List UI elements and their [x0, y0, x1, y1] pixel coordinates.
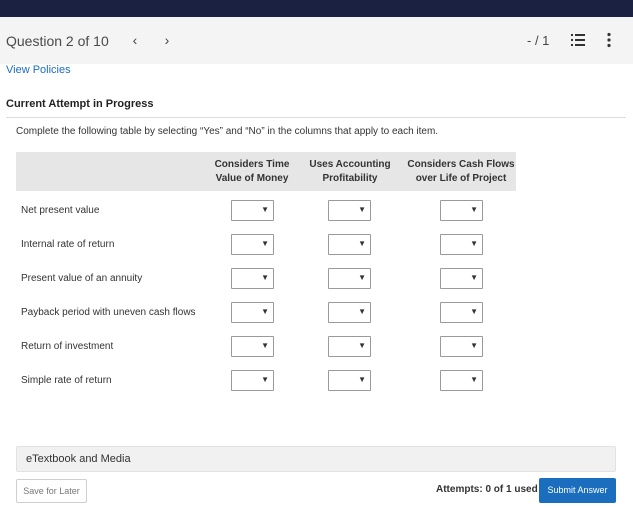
cash-flows-select[interactable]: ▼ [440, 302, 483, 323]
time-value-select[interactable]: ▼ [231, 370, 274, 391]
accounting-profit-select[interactable]: ▼ [328, 234, 371, 255]
table-row: Payback period with uneven cash flows ▼ … [16, 295, 516, 329]
cash-flows-select[interactable]: ▼ [440, 268, 483, 289]
cash-flows-select[interactable]: ▼ [440, 234, 483, 255]
chevron-down-icon: ▼ [358, 239, 366, 248]
table-row: Present value of an annuity ▼ ▼ ▼ [16, 261, 516, 295]
chevron-down-icon: ▼ [261, 239, 269, 248]
chevron-down-icon: ▼ [470, 307, 478, 316]
time-value-select[interactable]: ▼ [231, 234, 274, 255]
chevron-down-icon: ▼ [470, 239, 478, 248]
attempts-counter: Attempts: 0 of 1 used [436, 484, 538, 495]
chevron-down-icon: ▼ [470, 273, 478, 282]
submit-answer-button[interactable]: Submit Answer [539, 478, 616, 503]
etextbook-media-panel[interactable]: eTextbook and Media [16, 446, 616, 472]
question-instructions: Complete the following table by selectin… [16, 126, 439, 137]
table-header: Considers Time Value of Money Uses Accou… [16, 152, 516, 191]
chevron-down-icon: ▼ [261, 205, 269, 214]
chevron-down-icon: ▼ [261, 273, 269, 282]
time-value-select[interactable]: ▼ [231, 268, 274, 289]
accounting-profit-select[interactable]: ▼ [328, 268, 371, 289]
time-value-select[interactable]: ▼ [231, 302, 274, 323]
column-header: Considers Time Value of Money [214, 159, 290, 184]
row-label: Return of investment [21, 341, 114, 352]
view-policies-link[interactable]: View Policies [6, 64, 71, 76]
column-header: Considers Cash Flows over Life of Projec… [407, 159, 515, 184]
score-display: - / 1 [527, 33, 550, 48]
chevron-down-icon: ▼ [470, 341, 478, 350]
cash-flows-select[interactable]: ▼ [440, 336, 483, 357]
question-counter: Question 2 of 10 [6, 33, 109, 49]
row-label: Net present value [21, 205, 100, 216]
chevron-down-icon: ▼ [261, 375, 269, 384]
chevron-down-icon: ▼ [470, 205, 478, 214]
accounting-profit-select[interactable]: ▼ [328, 302, 371, 323]
row-label: Payback period with uneven cash flows [21, 307, 196, 318]
chevron-down-icon: ▼ [358, 341, 366, 350]
row-label: Internal rate of return [21, 239, 115, 250]
accounting-profit-select[interactable]: ▼ [328, 336, 371, 357]
table-row: Net present value ▼ ▼ ▼ [16, 193, 516, 227]
row-label: Simple rate of return [21, 375, 112, 386]
chevron-right-icon[interactable]: › [158, 31, 176, 49]
chevron-down-icon: ▼ [261, 341, 269, 350]
more-vertical-icon[interactable] [604, 32, 614, 48]
cash-flows-select[interactable]: ▼ [440, 370, 483, 391]
chevron-down-icon: ▼ [358, 375, 366, 384]
accounting-profit-select[interactable]: ▼ [328, 200, 371, 221]
table-row: Return of investment ▼ ▼ ▼ [16, 329, 516, 363]
top-bar [0, 0, 633, 17]
table-row: Internal rate of return ▼ ▼ ▼ [16, 227, 516, 261]
chevron-down-icon: ▼ [358, 205, 366, 214]
time-value-select[interactable]: ▼ [231, 336, 274, 357]
cash-flows-select[interactable]: ▼ [440, 200, 483, 221]
chevron-down-icon: ▼ [470, 375, 478, 384]
accounting-profit-select[interactable]: ▼ [328, 370, 371, 391]
chevron-down-icon: ▼ [261, 307, 269, 316]
column-header: Uses Accounting Profitability [309, 159, 391, 184]
chevron-down-icon: ▼ [358, 307, 366, 316]
list-icon[interactable] [571, 33, 585, 47]
table-row: Simple rate of return ▼ ▼ ▼ [16, 363, 516, 397]
question-header: Question 2 of 10 ‹ › - / 1 [0, 17, 633, 64]
time-value-select[interactable]: ▼ [231, 200, 274, 221]
divider [6, 117, 626, 118]
chevron-left-icon[interactable]: ‹ [126, 31, 144, 49]
chevron-down-icon: ▼ [358, 273, 366, 282]
save-for-later-button[interactable]: Save for Later [16, 479, 87, 503]
attempt-status: Current Attempt in Progress [6, 98, 154, 110]
row-label: Present value of an annuity [21, 273, 143, 284]
